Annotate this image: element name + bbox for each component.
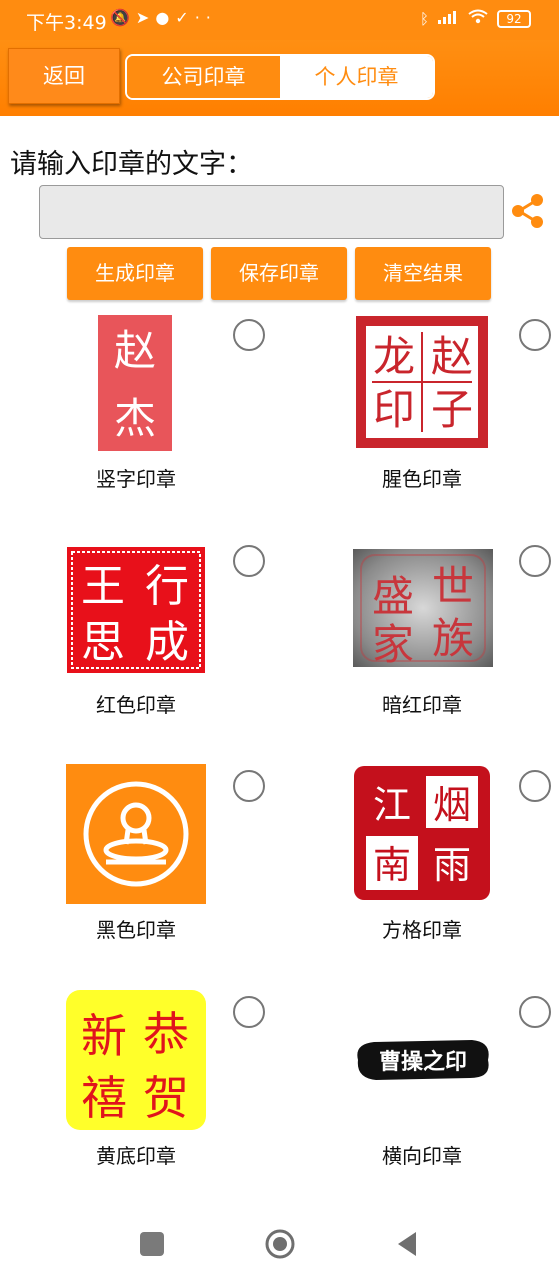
svg-text:思: 思 (81, 617, 125, 668)
stamp-text-input[interactable] (39, 185, 504, 239)
radio-vertical[interactable] (233, 319, 265, 351)
stamp-preview-vertical: 赵杰 (98, 315, 172, 451)
svg-text:盛: 盛 (372, 572, 414, 621)
stamp-preview-horizontal: 曹操之印 (352, 1032, 494, 1088)
back-button[interactable]: 返回 (8, 48, 120, 104)
svg-text:新: 新 (81, 1009, 127, 1063)
wifi-icon (467, 9, 489, 29)
svg-text:曹操之印: 曹操之印 (379, 1049, 467, 1075)
svg-text:行: 行 (145, 561, 189, 612)
svg-text:禧: 禧 (81, 1071, 127, 1125)
svg-text:龙: 龙 (373, 332, 415, 381)
stamp-preview-dark-red: 世 盛 族 家 (353, 549, 493, 669)
save-stamp-button[interactable]: 保存印章 (211, 247, 347, 300)
svg-text:杰: 杰 (114, 394, 156, 443)
radio-black[interactable] (233, 770, 265, 802)
stamp-icon (66, 764, 206, 904)
svg-text:子: 子 (431, 385, 473, 434)
svg-text:家: 家 (372, 620, 414, 667)
svg-text:世: 世 (432, 562, 474, 611)
stamp-label-red: 红色印章 (96, 693, 176, 717)
share-icon[interactable] (510, 192, 546, 230)
stamp-preview-red: 行 王 成 思 (67, 547, 205, 673)
generate-stamp-button[interactable]: 生成印章 (67, 247, 203, 300)
system-icons: ᛒ 92 (420, 9, 531, 29)
recent-apps-icon[interactable] (140, 1232, 164, 1256)
stamp-label-horizontal: 横向印章 (382, 1144, 462, 1168)
svg-text:烟: 烟 (433, 783, 471, 827)
svg-text:赵: 赵 (431, 332, 473, 381)
stamp-label-yellow: 黄底印章 (96, 1144, 176, 1168)
home-icon[interactable] (264, 1228, 296, 1260)
radio-horizontal[interactable] (519, 996, 551, 1028)
chat-icon: ● (155, 8, 176, 27)
svg-text:赵: 赵 (114, 326, 156, 375)
svg-text:南: 南 (373, 843, 411, 887)
svg-text:族: 族 (432, 614, 474, 663)
system-navigation-bar (0, 1210, 559, 1280)
radio-grid[interactable] (519, 770, 551, 802)
status-bar: 下午3:49 🔕➤●✓·· ᛒ 92 (0, 0, 559, 40)
more-icon: ·· (194, 8, 217, 27)
radio-red[interactable] (233, 545, 265, 577)
telegram-icon: ➤ (135, 8, 156, 27)
bluetooth-icon: ᛒ (419, 10, 429, 28)
tab-personal-stamp[interactable]: 个人印章 (280, 56, 433, 98)
svg-text:贺: 贺 (143, 1071, 189, 1125)
stamp-label-black: 黑色印章 (96, 918, 176, 942)
mute-icon: 🔕 (110, 8, 136, 27)
svg-text:印: 印 (373, 385, 415, 434)
stamp-label-dark-red: 暗红印章 (382, 693, 462, 717)
svg-text:江: 江 (373, 783, 411, 827)
stamp-label-fishy: 腥色印章 (382, 467, 462, 491)
clear-result-button[interactable]: 清空结果 (355, 247, 491, 300)
radio-yellow[interactable] (233, 996, 265, 1028)
status-time: 下午3:49 (26, 12, 107, 34)
stamp-label-vertical: 竖字印章 (96, 467, 176, 491)
notification-icons: 🔕➤●✓·· (110, 8, 217, 27)
svg-text:成: 成 (145, 617, 189, 668)
radio-dark-red[interactable] (519, 545, 551, 577)
svg-text:恭: 恭 (143, 1007, 189, 1061)
stamp-preview-fishy: 赵 龙 印 子 (356, 316, 488, 448)
svg-text:雨: 雨 (433, 843, 471, 887)
battery-icon: 92 (497, 10, 531, 28)
signal-icon (437, 9, 459, 29)
stamp-preview-grid: 烟 江 雨 南 (354, 766, 490, 900)
radio-fishy[interactable] (519, 319, 551, 351)
input-prompt: 请输入印章的文字： (10, 149, 253, 180)
toolbar: 返回 公司印章 个人印章 (0, 40, 559, 116)
tab-company-stamp[interactable]: 公司印章 (127, 56, 280, 98)
check-icon: ✓ (175, 8, 195, 27)
svg-text:王: 王 (81, 561, 125, 612)
stamp-type-tabs: 公司印章 个人印章 (125, 54, 435, 100)
stamp-preview-yellow: 恭 新 贺 禧 (66, 990, 206, 1130)
back-icon[interactable] (394, 1230, 420, 1258)
stamp-label-grid: 方格印章 (382, 918, 462, 942)
